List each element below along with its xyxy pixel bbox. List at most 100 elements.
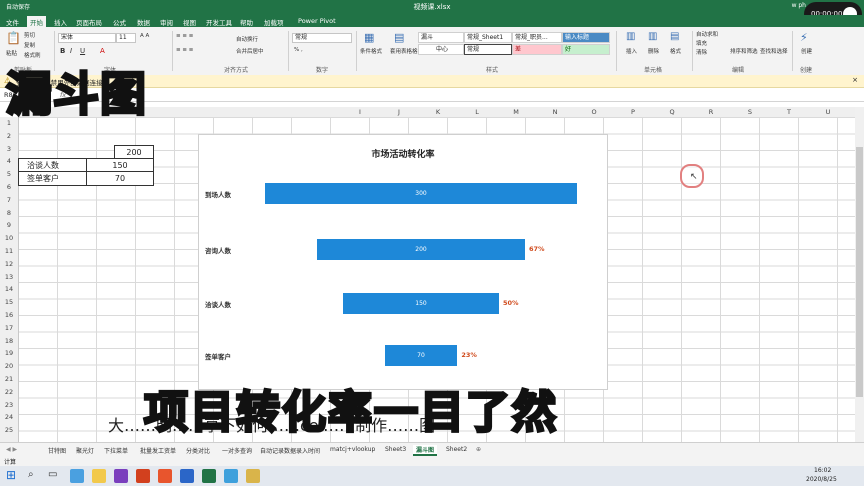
tab-formulas[interactable]: 公式 xyxy=(113,17,126,27)
row-header[interactable]: 23 xyxy=(0,401,18,409)
row-header[interactable]: 13 xyxy=(0,273,18,281)
tab-insert[interactable]: 插入 xyxy=(54,17,67,27)
chart-bar[interactable]: 150 xyxy=(343,293,499,314)
funnel-chart[interactable]: 市场活动转化率 到场人数 300 咨询人数 200 67% 洽谈人数 150 50% 签单客户 7… xyxy=(198,134,608,390)
bold-button[interactable]: B xyxy=(60,47,65,55)
sheet-tab[interactable]: 甘特图 xyxy=(48,446,66,455)
app-icon[interactable] xyxy=(224,469,238,483)
row-header[interactable]: 15 xyxy=(0,298,18,306)
scrollbar-thumb[interactable] xyxy=(856,147,863,397)
currency-icon[interactable]: % , xyxy=(294,47,303,53)
grow-font-icon[interactable]: A A xyxy=(140,33,149,39)
style-good[interactable]: 好 xyxy=(562,44,610,55)
row-header[interactable]: 3 xyxy=(0,145,18,153)
windows-start-icon[interactable]: ⊞ xyxy=(6,468,16,482)
font-color-icon[interactable]: A xyxy=(100,47,105,55)
italic-button[interactable]: I xyxy=(70,47,72,55)
row-header[interactable]: 16 xyxy=(0,311,18,319)
row-header[interactable]: 11 xyxy=(0,247,18,255)
row-header[interactable]: 7 xyxy=(0,196,18,204)
row-header[interactable]: 5 xyxy=(0,170,18,178)
style-input-title[interactable]: 输入标题 xyxy=(562,32,610,43)
tab-data[interactable]: 数据 xyxy=(137,17,150,27)
tab-view[interactable]: 视图 xyxy=(183,17,196,27)
column-header[interactable]: J xyxy=(389,108,409,116)
sheet-tab[interactable]: 聚光灯 xyxy=(76,446,94,455)
cell-value[interactable]: 70 xyxy=(86,171,154,186)
insert-cells-button[interactable]: 插入 xyxy=(626,47,637,55)
add-sheet-icon[interactable]: ⊕ xyxy=(476,446,481,453)
column-header[interactable]: I xyxy=(350,108,370,116)
style-center[interactable]: 中心 xyxy=(418,44,464,55)
number-format-select[interactable]: 常规 xyxy=(292,33,352,43)
clear-button[interactable]: 清除 xyxy=(696,48,707,56)
format-cells-button[interactable]: 格式 xyxy=(670,47,681,55)
sheet-tab[interactable]: 一对多查询 xyxy=(222,446,252,455)
create-icon[interactable]: ⚡ xyxy=(800,31,808,44)
paste-button[interactable]: 粘贴 xyxy=(6,49,17,57)
autosum-button[interactable]: 自动求和 xyxy=(696,30,718,38)
sheet-tab[interactable]: Sheet3 xyxy=(385,446,406,453)
conditional-format-button[interactable]: 条件格式 xyxy=(360,47,382,55)
tab-help[interactable]: 帮助 xyxy=(240,17,253,27)
column-header[interactable]: P xyxy=(623,108,643,116)
tab-developer[interactable]: 开发工具 xyxy=(206,17,232,27)
app-icon[interactable] xyxy=(246,469,260,483)
chart-bar[interactable]: 200 xyxy=(317,239,525,260)
sort-filter-button[interactable]: 排序和筛选 xyxy=(730,47,758,55)
tab-file[interactable]: 文件 xyxy=(6,17,19,27)
underline-button[interactable]: U xyxy=(80,47,85,55)
sheet-tab[interactable]: matcj+vlookup xyxy=(330,446,375,453)
premiere-icon[interactable] xyxy=(114,469,128,483)
tab-addins[interactable]: 加载项 xyxy=(264,17,284,27)
delete-cells-icon[interactable]: ▥ xyxy=(648,31,657,42)
row-header[interactable]: 21 xyxy=(0,375,18,383)
cut-button[interactable]: 剪切 xyxy=(24,31,35,39)
column-header[interactable]: R xyxy=(701,108,721,116)
align-left-icon[interactable]: ≡ ≡ ≡ xyxy=(176,47,193,53)
file-explorer-icon[interactable] xyxy=(92,469,106,483)
format-cells-icon[interactable]: ▤ xyxy=(670,31,679,42)
conditional-format-icon[interactable]: ▦ xyxy=(364,31,374,44)
style-normal[interactable]: 常规 xyxy=(464,44,512,55)
row-header[interactable]: 12 xyxy=(0,260,18,268)
edge-icon[interactable] xyxy=(70,469,84,483)
sheet-tab[interactable]: 自动记录数据录入时间 xyxy=(260,446,320,455)
column-header[interactable]: O xyxy=(584,108,604,116)
video-app-icon[interactable] xyxy=(158,469,172,483)
style-bad[interactable]: 差 xyxy=(512,44,562,55)
vertical-scrollbar[interactable] xyxy=(855,107,864,442)
copy-button[interactable]: 复制 xyxy=(24,41,35,49)
sheet-tab[interactable]: Sheet2 xyxy=(446,446,467,453)
column-header[interactable]: L xyxy=(467,108,487,116)
sheet-tab[interactable]: 下拉菜单 xyxy=(104,446,128,455)
column-header[interactable]: K xyxy=(428,108,448,116)
column-header[interactable]: M xyxy=(506,108,526,116)
insert-cells-icon[interactable]: ▥ xyxy=(626,31,635,42)
tab-page-layout[interactable]: 页面布局 xyxy=(76,17,102,27)
column-header[interactable]: Q xyxy=(662,108,682,116)
user-name[interactable]: w ph xyxy=(792,2,806,9)
row-header[interactable]: 19 xyxy=(0,349,18,357)
row-header[interactable]: 25 xyxy=(0,426,18,434)
sheet-tab[interactable]: 分类对比 xyxy=(186,446,210,455)
cell-label[interactable]: 签单客户 xyxy=(18,171,96,186)
create-button[interactable]: 创建 xyxy=(801,47,812,55)
row-header[interactable]: 2 xyxy=(0,132,18,140)
sheet-tab-active[interactable]: 漏斗图 xyxy=(413,445,438,456)
tab-scroll-left-icon[interactable]: ◀ ▶ xyxy=(6,446,17,453)
align-top-icon[interactable]: ≡ ≡ ≡ xyxy=(176,33,193,39)
row-header[interactable]: 22 xyxy=(0,388,18,396)
row-header[interactable]: 18 xyxy=(0,337,18,345)
paste-icon[interactable]: 📋 xyxy=(6,31,21,45)
style-normal-staff[interactable]: 常规_职员... xyxy=(512,32,562,43)
style-funnel[interactable]: 漏斗 xyxy=(418,32,464,43)
column-header[interactable]: T xyxy=(779,108,799,116)
search-icon[interactable]: ⌕ xyxy=(28,469,34,480)
table-format-icon[interactable]: ▤ xyxy=(394,31,404,44)
row-header[interactable]: 9 xyxy=(0,221,18,229)
excel-icon[interactable] xyxy=(202,469,216,483)
column-header[interactable]: N xyxy=(545,108,565,116)
row-header[interactable]: 6 xyxy=(0,183,18,191)
find-select-button[interactable]: 查找和选择 xyxy=(760,47,788,55)
